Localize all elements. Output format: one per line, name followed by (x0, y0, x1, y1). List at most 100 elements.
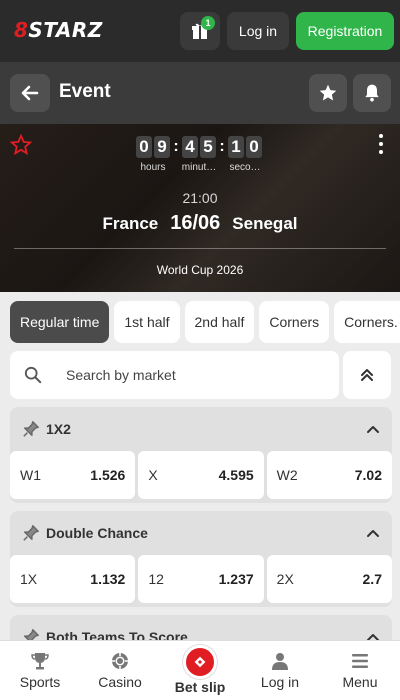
nav-menu[interactable]: Menu (320, 641, 400, 700)
notifications-button[interactable] (353, 74, 391, 112)
logo-text: STARZ (28, 18, 103, 42)
odd-12[interactable]: 12 1.237 (138, 555, 264, 603)
logo-prefix: 8 (14, 18, 29, 42)
tab-corners-more[interactable]: Corners. (334, 301, 400, 343)
nav-label: Menu (342, 674, 378, 690)
market-header[interactable]: 1X2 (10, 407, 392, 451)
gift-badge: 1 (201, 16, 215, 30)
match-time: 21:00 (182, 190, 218, 206)
pin-icon (23, 525, 39, 541)
market-search (10, 351, 339, 399)
arrow-left-icon (21, 85, 39, 101)
odd-2x[interactable]: 2X 2.7 (266, 555, 392, 603)
hero-divider (14, 248, 386, 249)
dot (379, 142, 383, 146)
odd-label: W2 (276, 467, 298, 483)
market-1x2: 1X2 W1 1.526 X 4.595 W2 7.02 (10, 407, 392, 503)
chevrons-up-icon (361, 369, 373, 381)
gift-button[interactable]: 1 (180, 12, 220, 50)
nav-label: Sports (19, 674, 61, 690)
dot (379, 134, 383, 138)
registration-button[interactable]: Registration (296, 12, 394, 50)
timer-minutes: 45 minut… (180, 136, 218, 173)
odd-value: 1.237 (218, 571, 254, 587)
period-tabs: Regular time 1st half 2nd half Corners C… (0, 301, 400, 343)
top-bar: 8STARZ 1 Log in Registration (0, 0, 400, 62)
pin-icon (23, 421, 39, 437)
tab-1st-half[interactable]: 1st half (114, 301, 180, 343)
ticket-icon (194, 656, 206, 668)
tab-regular-time[interactable]: Regular time (10, 301, 110, 343)
odd-label: W1 (20, 467, 41, 483)
market-title: Double Chance (46, 525, 148, 541)
tab-corners[interactable]: Corners (259, 301, 330, 343)
odds-row: W1 1.526 X 4.595 W2 7.02 (10, 451, 392, 499)
chevron-up-icon[interactable] (366, 526, 380, 540)
nav-sports[interactable]: Sports (0, 641, 80, 700)
match-favorite-button[interactable] (9, 133, 33, 161)
chip-icon (112, 653, 128, 669)
bottom-nav: Sports Casino Bet slip Log in Menu (0, 640, 400, 700)
countdown-timer: 09 hours : 45 minut… : 10 seco… (134, 136, 264, 173)
odd-w1[interactable]: W1 1.526 (10, 451, 136, 499)
odd-label: 1X (20, 571, 38, 587)
timer-digit: 9 (154, 136, 170, 158)
search-input[interactable] (66, 364, 326, 386)
match-teams: France 16/06 Senegal (0, 212, 400, 235)
nav-label: Casino (98, 674, 142, 690)
timer-hours: 09 hours (134, 136, 172, 173)
dot (379, 150, 383, 154)
minutes-label: minut… (181, 162, 217, 173)
away-team: Senegal (232, 214, 298, 233)
seconds-label: seco… (229, 162, 261, 173)
timer-separator: : (173, 138, 179, 155)
login-button[interactable]: Log in (227, 12, 289, 50)
nav-login[interactable]: Log in (240, 641, 320, 700)
star-outline-icon (9, 133, 33, 156)
timer-digit: 4 (182, 136, 198, 158)
menu-icon (352, 654, 368, 668)
odd-value: 1.526 (90, 467, 126, 483)
odd-w2[interactable]: W2 7.02 (266, 451, 392, 499)
odd-label: X (148, 467, 158, 483)
favorite-button[interactable] (309, 74, 347, 112)
market-title: 1X2 (46, 421, 71, 437)
match-date: 16/06 (170, 212, 221, 234)
minutes-digits: 45 (182, 136, 216, 158)
timer-digit: 5 (200, 136, 216, 158)
nav-bet-slip[interactable]: Bet slip (160, 641, 240, 700)
trophy-icon (31, 653, 49, 670)
tournament-name: World Cup 2026 (156, 263, 244, 277)
search-icon (24, 366, 42, 384)
odd-value: 2.7 (362, 571, 382, 587)
seconds-digits: 10 (228, 136, 262, 158)
odd-value: 7.02 (354, 467, 382, 483)
timer-digit: 1 (228, 136, 244, 158)
timer-seconds: 10 seco… (226, 136, 264, 173)
odd-value: 4.595 (218, 467, 254, 483)
brand-logo[interactable]: 8STARZ (14, 18, 103, 42)
bell-icon (365, 84, 379, 102)
nav-label: Bet slip (174, 679, 226, 695)
tab-2nd-half[interactable]: 2nd half (184, 301, 255, 343)
nav-casino[interactable]: Casino (80, 641, 160, 700)
hours-label: hours (140, 162, 166, 173)
odd-x[interactable]: X 4.595 (138, 451, 264, 499)
chevron-up-icon[interactable] (366, 422, 380, 436)
odd-1x[interactable]: 1X 1.132 (10, 555, 136, 603)
timer-digit: 0 (136, 136, 152, 158)
timer-digit: 0 (246, 136, 262, 158)
event-bar: Event (0, 62, 400, 124)
back-button[interactable] (10, 74, 50, 112)
market-double-chance: Double Chance 1X 1.132 12 1.237 2X 2.7 (10, 511, 392, 607)
market-header[interactable]: Double Chance (10, 511, 392, 555)
odds-row: 1X 1.132 12 1.237 2X 2.7 (10, 555, 392, 603)
collapse-all-button[interactable] (343, 351, 391, 399)
star-icon (319, 84, 337, 101)
more-options-button[interactable] (373, 132, 389, 156)
user-icon (272, 653, 288, 670)
odd-label: 2X (276, 571, 294, 587)
markets-list: 1X2 W1 1.526 X 4.595 W2 7.02 Double Chance … (10, 407, 392, 667)
nav-label: Log in (260, 674, 300, 690)
bet-slip-badge (183, 645, 217, 679)
